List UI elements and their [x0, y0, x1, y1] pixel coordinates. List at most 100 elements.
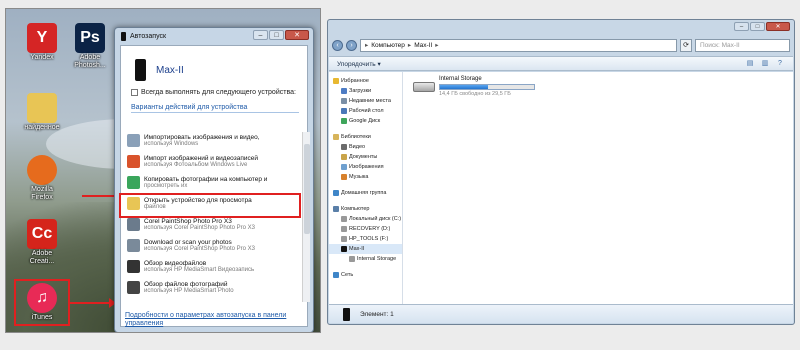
refresh-button[interactable]: ⟳	[680, 38, 692, 52]
phone-icon	[343, 307, 350, 321]
nav-item[interactable]: Документы	[329, 152, 402, 162]
search-input[interactable]: Поиск: Max-II	[695, 38, 790, 52]
nav-item-icon	[333, 206, 339, 212]
scrollbar[interactable]	[302, 132, 310, 302]
autoplay-option[interactable]: Импорт изображений и видеозаписей использ…	[121, 153, 299, 174]
nav-item[interactable]: Компьютер	[329, 204, 402, 214]
breadcrumb-arrow-icon: ▸	[365, 42, 369, 49]
section-heading: Варианты действий для устройства	[131, 104, 299, 113]
nav-item[interactable]: Рабочий стол	[329, 106, 402, 116]
desktop-icon-itunes[interactable]: ♫ iTunes	[14, 279, 70, 326]
back-button[interactable]: ‹	[332, 39, 343, 51]
nav-item[interactable]: Internal Storage	[329, 254, 402, 264]
nav-item[interactable]: Google Диск	[329, 116, 402, 126]
storage-bar	[439, 84, 535, 90]
desktop-icon-yandex[interactable]: Y Yandex	[20, 23, 64, 62]
view-options-icon[interactable]: ▤	[745, 59, 755, 68]
close-button[interactable]: ✕	[285, 30, 309, 40]
maximize-button[interactable]: □	[750, 22, 765, 31]
option-subtitle: используя HP MediaSmart Photo	[144, 288, 234, 294]
nav-item-label: Библиотеки	[341, 134, 371, 140]
close-button[interactable]: ✕	[766, 22, 790, 31]
nav-item[interactable]: RECOVERY (D:)	[329, 224, 402, 234]
autoplay-settings-link[interactable]: Подробности о параметрах автозапуска в п…	[125, 312, 295, 328]
nav-item[interactable]: HP_TOOLS (F:)	[329, 234, 402, 244]
checkbox-icon[interactable]	[131, 89, 138, 96]
nav-item-label: Компьютер	[341, 206, 370, 212]
nav-item[interactable]: Изображения	[329, 162, 402, 172]
nav-item[interactable]: Музыка	[329, 172, 402, 182]
nav-item-icon	[341, 88, 347, 94]
nav-item-label: HP_TOOLS (F:)	[349, 236, 389, 242]
desktop-icon-folder[interactable]: найденное	[20, 93, 64, 132]
nav-item-icon	[341, 108, 347, 114]
nav-item[interactable]: Сеть	[329, 270, 402, 280]
option-title: Обзор файлов фотографий	[144, 281, 228, 288]
desktop-icon-label: Adobe Photosh...	[74, 54, 106, 69]
nav-item[interactable]: Локальный диск (C:)	[329, 214, 402, 224]
nav-item-icon	[341, 164, 347, 170]
autoplay-option[interactable]: Download or scan your photos используя Co…	[121, 237, 299, 258]
organize-button[interactable]: Упорядочить ▾	[337, 60, 381, 68]
drive-icon	[413, 82, 435, 92]
nav-item[interactable]: Загрузки	[329, 86, 402, 96]
desktop-icon-photoshop[interactable]: Ps Adobe Photosh...	[68, 23, 112, 70]
minimize-button[interactable]: –	[253, 30, 268, 40]
nav-item[interactable]: Избранное	[329, 76, 402, 86]
nav-item-icon	[341, 174, 347, 180]
nav-item-label: Недавние места	[349, 98, 391, 104]
autoplay-option[interactable]: Обзор видеофайлов используя HP MediaSmart…	[121, 258, 299, 279]
device-name: Max-II	[156, 64, 184, 76]
autoplay-option[interactable]: Обзор файлов фотографий используя HP Medi…	[121, 279, 299, 300]
nav-item[interactable]: Библиотеки	[329, 132, 402, 142]
phone-icon	[135, 59, 146, 81]
nav-item-label: Загрузки	[349, 88, 372, 94]
address-bar[interactable]: ▸ Компьютер ▸ Max-II ▸	[360, 38, 677, 52]
drive-item-internal-storage[interactable]: Internal Storage 14,4 ГБ свободно из 29,…	[413, 76, 793, 97]
breadcrumb-device[interactable]: Max-II	[414, 42, 432, 49]
breadcrumb-arrow-icon: ▸	[435, 42, 439, 49]
yandex-icon: Y	[27, 23, 57, 53]
nav-item-label: Max-II	[349, 246, 365, 252]
nav-item-label: RECOVERY (D:)	[349, 226, 391, 232]
autoplay-option[interactable]: Копировать фотографии на компьютер и прос…	[121, 174, 299, 195]
option-list: Импортировать изображения и видео, исполь…	[119, 132, 301, 300]
nav-item-label: Google Диск	[349, 118, 381, 124]
storage-bar-fill	[440, 85, 488, 89]
nav-item-icon	[349, 256, 355, 262]
help-icon[interactable]: ?	[775, 59, 785, 68]
nav-item[interactable]: Видео	[329, 142, 402, 152]
nav-item-icon	[333, 272, 339, 278]
nav-item-icon	[341, 236, 347, 242]
breadcrumb-computer[interactable]: Компьютер	[371, 42, 405, 49]
navigation-pane: Избранное Загрузки Недавние места Рабочий с…	[329, 72, 403, 304]
preview-pane-icon[interactable]: ▥	[760, 59, 770, 68]
always-do-checkbox[interactable]: Всегда выполнять для следующего устройст…	[121, 86, 307, 96]
option-subtitle: используя Corel PaintShop Photo Pro X3	[144, 246, 256, 252]
minimize-button[interactable]: –	[734, 22, 749, 31]
option-subtitle: используя Corel PaintShop Photo Pro X3	[144, 225, 256, 231]
explorer-window: – □ ✕ ‹ › ▸ Компьютер ▸ Max-II ▸ ⟳ Поиск…	[327, 19, 795, 325]
phone-icon	[121, 31, 126, 41]
autoplay-option[interactable]: Импортировать изображения и видео, исполь…	[121, 132, 299, 153]
nav-item[interactable]: Домашняя группа	[329, 188, 402, 198]
option-icon	[127, 239, 140, 252]
scrollbar-thumb[interactable]	[304, 144, 310, 234]
maximize-button[interactable]: □	[269, 30, 284, 40]
forward-button[interactable]: ›	[346, 39, 357, 51]
autoplay-option[interactable]: Открыть устройство для просмотра файлов	[119, 193, 301, 218]
desktop-icon-firefox[interactable]: Mozilla Firefox	[20, 155, 64, 202]
photoshop-icon: Ps	[75, 23, 105, 53]
autoplay-option[interactable]: Corel PaintShop Photo Pro X3 используя Co…	[121, 216, 299, 237]
nav-item-icon	[341, 154, 347, 160]
autoplay-dialog: Автозапуск – □ ✕ Max-II Всегда выполнять…	[114, 27, 314, 332]
option-subtitle: используя HP MediaSmart Видеозапись	[144, 267, 255, 273]
desktop-icon-label: Yandex	[30, 54, 54, 61]
folder-icon	[27, 93, 57, 123]
desktop-icon-creative-cloud[interactable]: Cc Adobe Creati...	[20, 219, 64, 266]
nav-item[interactable]: Max-II	[329, 244, 402, 254]
option-title: Обзор видеофайлов	[144, 260, 207, 267]
nav-item[interactable]: Недавние места	[329, 96, 402, 106]
nav-item-icon	[341, 246, 347, 252]
creative-cloud-icon: Cc	[27, 219, 57, 249]
